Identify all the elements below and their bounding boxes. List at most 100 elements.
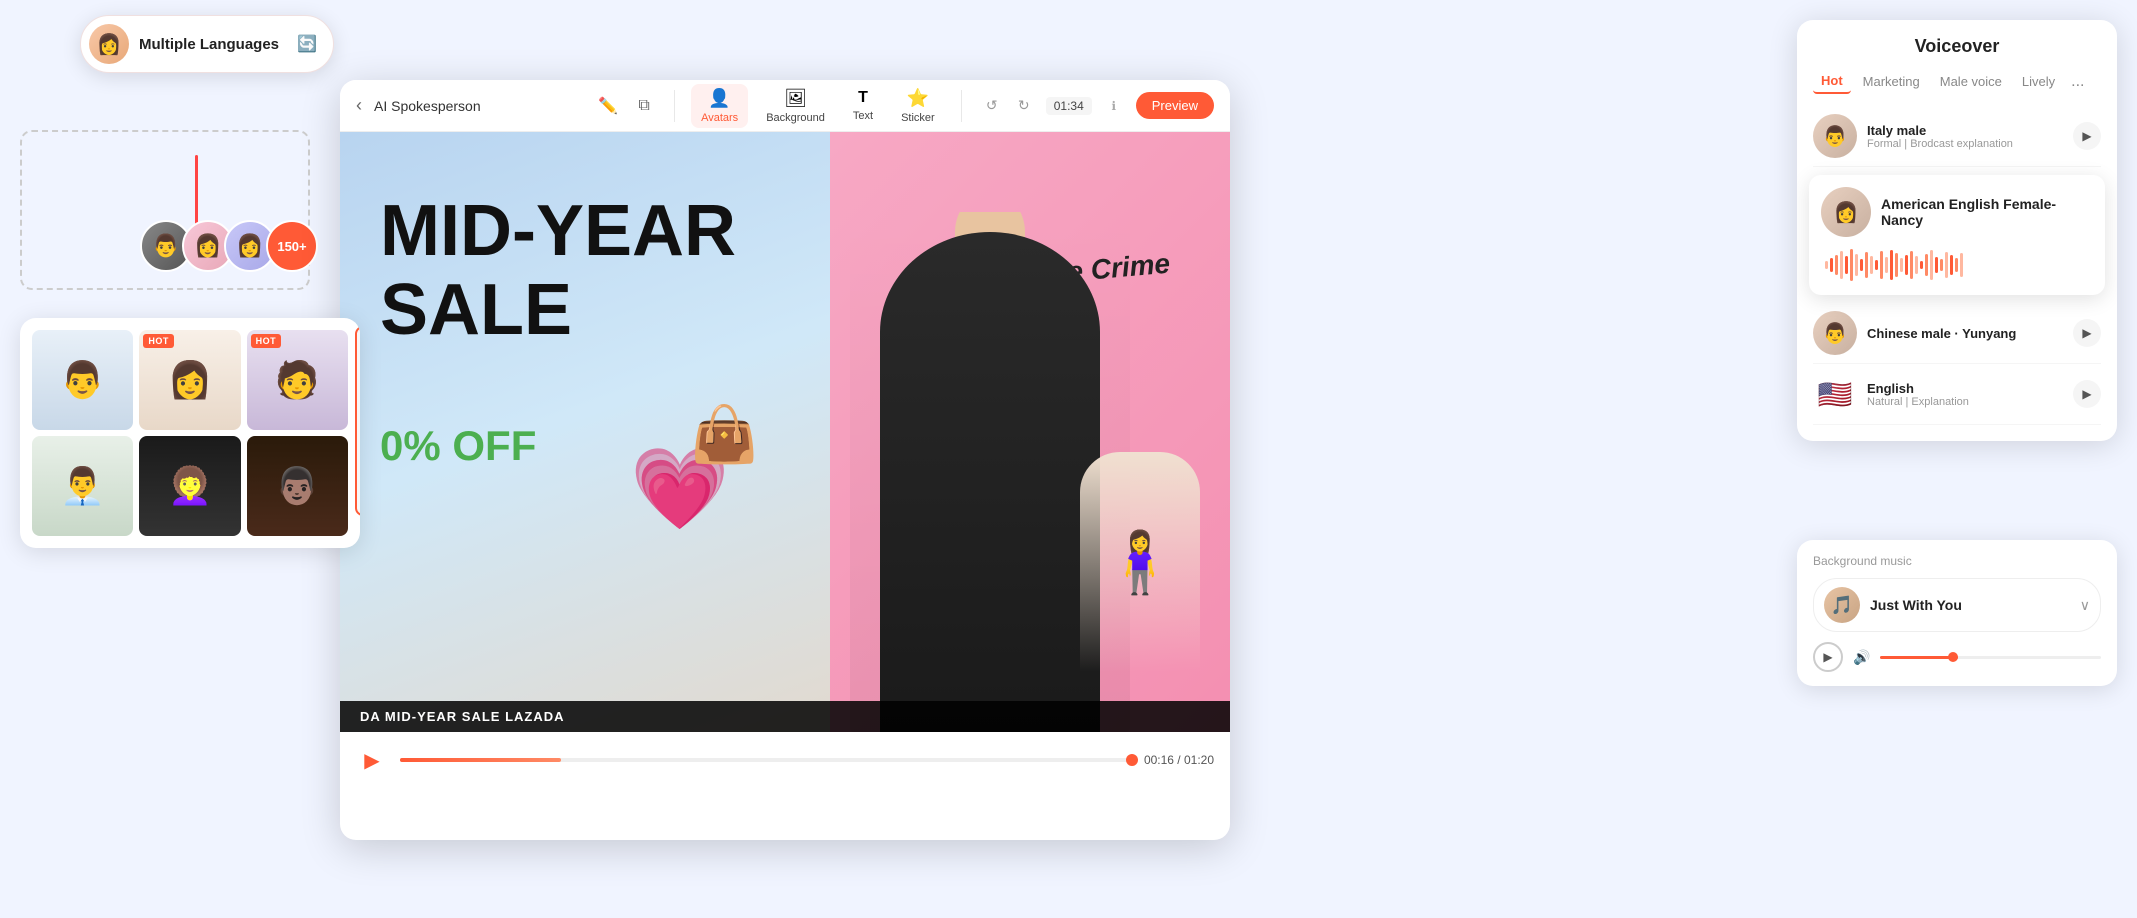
vo-tab-marketing[interactable]: Marketing	[1855, 70, 1928, 93]
waveform-bar-3	[1840, 251, 1843, 279]
voice-name-english: English	[1867, 381, 2063, 396]
hot-badge-2: HOT	[143, 334, 174, 348]
preview-button[interactable]: Preview	[1136, 92, 1214, 119]
progress-fill	[400, 758, 561, 762]
waveform-bar-10	[1875, 260, 1878, 270]
volume-icon: 🔊	[1853, 649, 1870, 666]
avatars-panel: 👨 HOT 👩 HOT 🧑 👨‍💼 👩‍🦱 👨🏿 👩	[20, 318, 360, 548]
ticker-text: DA MID-YEAR SALE LAZADA	[360, 709, 565, 724]
voiceover-panel: Voiceover Hot Marketing Male voice Livel…	[1797, 20, 2117, 441]
voice-info-english: English Natural | Explanation	[1867, 381, 2063, 408]
voice-info-chinese: Chinese male · Yunyang	[1867, 326, 2063, 341]
info-icon: ℹ	[1100, 92, 1128, 120]
waveform-bar-8	[1865, 252, 1868, 278]
waveform-bar-1	[1830, 258, 1833, 272]
avatar-card-2[interactable]: HOT 👩	[139, 330, 240, 430]
avatar-face-6: 👨🏿	[247, 436, 348, 536]
copy-icon[interactable]: ⧉	[630, 92, 658, 120]
voice-play-english[interactable]: ▶	[2073, 380, 2101, 408]
voice-featured-nancy[interactable]: 👩 American English Female-Nancy	[1809, 175, 2105, 295]
editor-title: AI Spokesperson	[374, 98, 586, 114]
back-button[interactable]: ‹	[356, 95, 362, 116]
avatar-card-4[interactable]: 👨‍💼	[32, 436, 133, 536]
voice-name-italy: Italy male	[1867, 123, 2063, 138]
sticker-tool-label: Sticker	[901, 112, 935, 124]
toolbar-divider-1	[674, 90, 675, 122]
bg-music-panel: Background music 🎵 Just With You ∨ ▶ 🔊	[1797, 540, 2117, 686]
bgm-song-name: Just With You	[1870, 597, 2070, 613]
avatar-face-4: 👨‍💼	[32, 436, 133, 536]
tool-text[interactable]: T Text	[843, 85, 883, 126]
waveform-bar-15	[1900, 258, 1903, 272]
voice-play-chinese[interactable]: ▶	[2073, 319, 2101, 347]
avatar-card-1[interactable]: 👨	[32, 330, 133, 430]
vo-tab-lively[interactable]: Lively	[2014, 70, 2063, 93]
tool-avatars[interactable]: 👤 Avatars	[691, 84, 748, 128]
waveform-bar-11	[1880, 251, 1883, 279]
toolbar-divider-2	[961, 90, 962, 122]
waveform-bar-18	[1915, 256, 1918, 274]
sale-headline: MID-YEAR SALE	[380, 192, 736, 350]
bgm-volume-slider[interactable]	[1880, 656, 2101, 659]
avatar-card-5[interactable]: 👩‍🦱	[139, 436, 240, 536]
redo-button[interactable]: ↻	[1010, 92, 1038, 120]
selected-avatar-card[interactable]: 👩	[355, 326, 360, 516]
voice-avatar-chinese: 👨	[1813, 311, 1857, 355]
avatar-grid: 👨 HOT 👩 HOT 🧑 👨‍💼 👩‍🦱 👨🏿	[32, 330, 348, 536]
bgm-play-button[interactable]: ▶	[1813, 642, 1843, 672]
waveform-bar-17	[1910, 251, 1913, 279]
waveform-bar-20	[1925, 254, 1928, 276]
voice-play-italy[interactable]: ▶	[2073, 122, 2101, 150]
avatar-card-3[interactable]: HOT 🧑	[247, 330, 348, 430]
waveform-bar-24	[1945, 252, 1948, 278]
background-tool-label: Background	[766, 112, 825, 124]
undo-button[interactable]: ↺	[978, 92, 1006, 120]
bgm-volume-fill	[1880, 656, 1957, 659]
undo-redo-group: ↺ ↻	[978, 92, 1038, 120]
sale-line2: SALE	[380, 271, 736, 350]
languages-badge[interactable]: 👩 Multiple Languages 🔄	[80, 15, 334, 73]
editor-panel: ‹ AI Spokesperson ✏️ ⧉ 👤 Avatars 🖼 Backg…	[340, 80, 1230, 840]
waveform-bar-6	[1855, 254, 1858, 276]
play-button[interactable]: ▶	[356, 744, 388, 776]
waveform-bar-0	[1825, 261, 1828, 269]
voice-waveform	[1821, 247, 2093, 283]
waveform-bar-7	[1860, 259, 1863, 271]
avatar-card-6[interactable]: 👨🏿	[247, 436, 348, 536]
video-controls: ▶ 00:16 / 01:20	[340, 732, 1230, 788]
vo-tab-male-voice[interactable]: Male voice	[1932, 70, 2010, 93]
text-tool-icon: T	[858, 89, 868, 107]
voice-item-chinese[interactable]: 👨 Chinese male · Yunyang ▶	[1813, 303, 2101, 364]
bgm-section-label: Background music	[1813, 554, 2101, 568]
waveform-bar-23	[1940, 259, 1943, 271]
editor-toolbar: ‹ AI Spokesperson ✏️ ⧉ 👤 Avatars 🖼 Backg…	[340, 80, 1230, 132]
background-tool-icon: 🖼	[784, 88, 807, 109]
waveform-bar-26	[1955, 258, 1958, 272]
waveform-bar-4	[1845, 256, 1848, 274]
avatar-circles-row: 👨 👩 👩 150+	[140, 220, 318, 272]
voice-avatar-italy: 👨	[1813, 114, 1857, 158]
voice-item-english[interactable]: 🇺🇸 English Natural | Explanation ▶	[1813, 364, 2101, 425]
bgm-volume-thumb	[1948, 652, 1958, 662]
voice-item-italy-male[interactable]: 👨 Italy male Formal | Brodcast explanati…	[1813, 106, 2101, 167]
waveform-bar-21	[1930, 250, 1933, 280]
waveform-bar-14	[1895, 253, 1898, 277]
tool-sticker[interactable]: ⭐ Sticker	[891, 84, 945, 128]
edit-icon[interactable]: ✏️	[594, 92, 622, 120]
voice-desc-english: Natural | Explanation	[1867, 396, 2063, 408]
vo-tab-hot[interactable]: Hot	[1813, 69, 1851, 94]
waveform-bar-19	[1920, 261, 1923, 269]
vo-more-button[interactable]: ...	[2071, 73, 2084, 91]
progress-bar[interactable]	[400, 758, 1132, 762]
avatar-face-5: 👩‍🦱	[139, 436, 240, 536]
sticker-tool-icon: ⭐	[907, 88, 929, 109]
bgm-chevron-icon: ∨	[2080, 597, 2090, 614]
bgm-controls: ▶ 🔊	[1813, 642, 2101, 672]
waveform-bar-22	[1935, 257, 1938, 273]
avatars-tool-icon: 👤	[708, 88, 730, 109]
bgm-song-item[interactable]: 🎵 Just With You ∨	[1813, 578, 2101, 632]
tool-background[interactable]: 🖼 Background	[756, 84, 835, 128]
waveform-bar-9	[1870, 256, 1873, 274]
percent-off-text: 0% OFF	[380, 422, 536, 470]
voiceover-title: Voiceover	[1813, 36, 2101, 57]
